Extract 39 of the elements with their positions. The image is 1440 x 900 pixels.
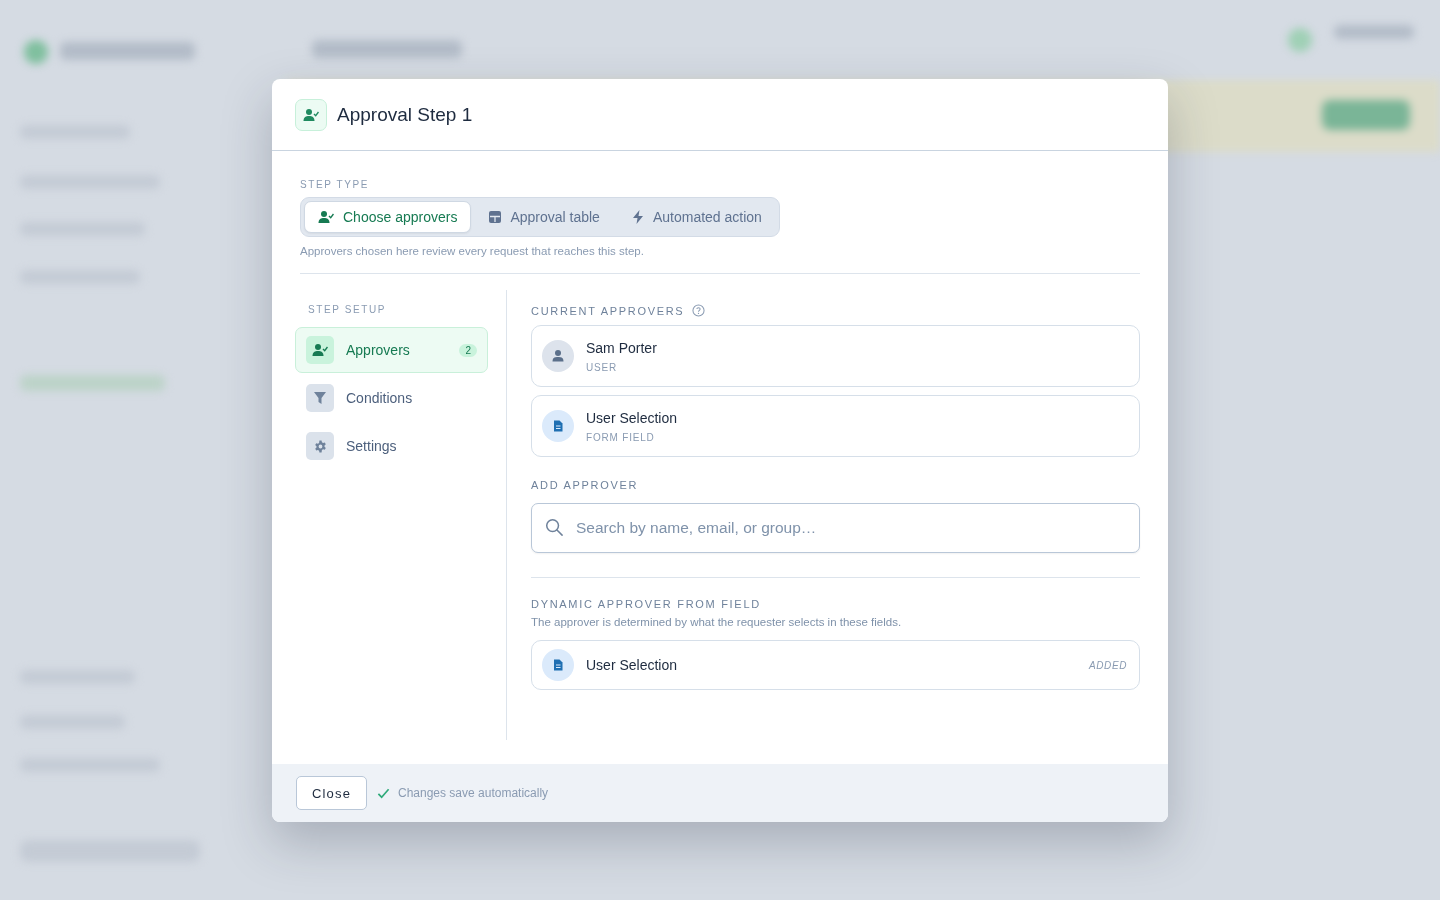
section-label: STEP TYPE (300, 179, 371, 190)
approver-type: FORM FIELD (586, 431, 656, 443)
approver-name: Sam Porter (586, 339, 657, 356)
help-icon[interactable] (692, 304, 706, 317)
step-type-tab[interactable]: Approval table (475, 201, 614, 233)
table-icon (489, 211, 502, 223)
blurred-logo-icon (24, 40, 48, 64)
person-check-icon (312, 343, 328, 357)
person-check-icon (318, 210, 334, 224)
filter-icon (314, 392, 326, 404)
settings-icon (313, 439, 327, 453)
step-type-tab[interactable]: Choose approvers (304, 201, 472, 233)
count-badge: 2 (459, 343, 477, 357)
section-label: CURRENT APPROVERS (531, 304, 685, 317)
lightning-icon (631, 210, 644, 224)
autosave-status: Changes save automatically (398, 786, 549, 800)
approver-name: User Selection (586, 409, 678, 426)
step-type-hint: Approvers chosen here review every request that reaches this step. (300, 245, 1140, 274)
document-icon (542, 410, 574, 442)
person-avatar-icon (542, 340, 574, 372)
setup-nav-item[interactable]: Conditions (295, 375, 488, 421)
section-label: STEP SETUP (308, 304, 388, 315)
section-description: The approver is determined by what the requester selects in these fields. (531, 616, 903, 628)
field-name: User Selection (586, 657, 679, 673)
approver-type: USER (586, 361, 618, 373)
section-label: DYNAMIC APPROVER FROM FIELD (531, 598, 762, 610)
blurred-avatar (1288, 28, 1312, 52)
document-icon (542, 649, 574, 681)
setup-nav-item[interactable]: Settings (295, 423, 488, 469)
dialog-title: Approval Step 1 (337, 103, 473, 126)
step-type-tab[interactable]: Automated action (617, 201, 776, 233)
search-icon (545, 518, 564, 537)
setup-nav-item[interactable]: Approvers 2 (295, 327, 488, 373)
field-status: ADDED (1089, 659, 1128, 671)
person-check-icon (303, 107, 319, 122)
section-label: ADD APPROVER (531, 479, 640, 491)
close-button[interactable]: Close (296, 776, 367, 810)
search-field[interactable]: Search by name, email, or group… (531, 503, 1140, 553)
check-icon (377, 786, 390, 800)
